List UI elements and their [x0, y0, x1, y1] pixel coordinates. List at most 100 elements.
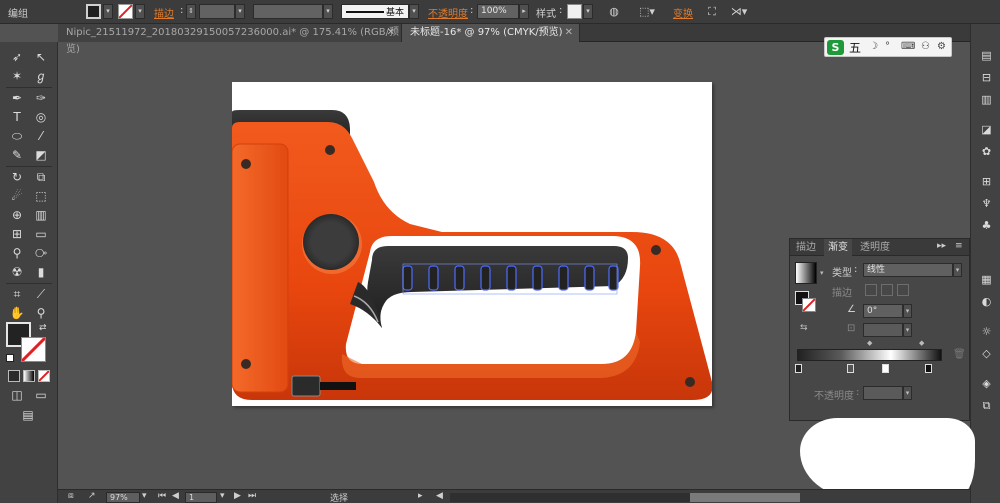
- gradient-tool-icon[interactable]: ▭: [31, 225, 51, 243]
- variable-width-dropdown[interactable]: ▾: [323, 4, 333, 19]
- angle-input[interactable]: 0°: [863, 304, 903, 318]
- change-screen-mode-icon[interactable]: ▤: [18, 406, 38, 424]
- none-mode-icon[interactable]: [38, 370, 50, 382]
- color-stop[interactable]: [882, 364, 889, 373]
- color-stop[interactable]: [847, 364, 854, 373]
- stroke-weight-input[interactable]: [199, 4, 235, 19]
- layers-stack-icon[interactable]: ▤: [978, 48, 995, 64]
- artboard-nav-icon[interactable]: ⧈: [68, 491, 74, 501]
- zoom-input[interactable]: 97%: [106, 492, 140, 503]
- opacity-link[interactable]: 不透明度: [428, 5, 468, 20]
- hand-tool-icon[interactable]: ✋: [7, 304, 27, 322]
- zoom-tool-icon[interactable]: ⚲: [31, 304, 51, 322]
- spiral-tool-icon[interactable]: ◎: [31, 108, 51, 126]
- midpoint-diamond-icon[interactable]: ◆: [919, 339, 924, 347]
- status-menu-icon[interactable]: ▸: [418, 491, 423, 501]
- transparency-panel-icon[interactable]: ◐: [978, 294, 995, 310]
- gradient-slider[interactable]: [797, 349, 942, 361]
- stroke-gradient-across-icon[interactable]: [897, 284, 909, 296]
- stroke-weight-dropdown[interactable]: ▾: [235, 4, 245, 19]
- stroke-gradient-within-icon[interactable]: [865, 284, 877, 296]
- keyboard-icon[interactable]: ⌨: [901, 41, 915, 52]
- tab-stroke[interactable]: 描边: [792, 239, 820, 256]
- transform-link[interactable]: 变换: [673, 5, 693, 20]
- brush-stroke-select[interactable]: 基本: [341, 4, 409, 19]
- stroke-dropdown[interactable]: ▾: [135, 4, 145, 19]
- opacity-input[interactable]: 100%: [477, 4, 519, 19]
- eyedropper-tool-icon[interactable]: ⚲: [7, 244, 27, 262]
- fill-swatch[interactable]: [86, 4, 101, 19]
- stroke-indicator[interactable]: [802, 298, 816, 312]
- symbols-icon[interactable]: ♣: [978, 218, 995, 234]
- free-transform-tool-icon[interactable]: ⬚: [31, 187, 51, 205]
- gradient-type-select[interactable]: 线性: [863, 263, 953, 277]
- artboards-icon[interactable]: ⧉: [978, 398, 995, 414]
- mesh-tool-icon[interactable]: ⊞: [7, 225, 27, 243]
- blend-tool-icon[interactable]: ⧂: [31, 244, 51, 262]
- artboard-tool-icon[interactable]: ⌗: [7, 285, 27, 303]
- moon-icon[interactable]: ☽: [869, 41, 878, 52]
- scrollbar-thumb[interactable]: [690, 493, 800, 502]
- magic-wand-tool-icon[interactable]: ✶: [7, 67, 27, 85]
- draw-mode-icon[interactable]: ◫: [7, 386, 27, 404]
- pen-tool-icon[interactable]: ✒: [7, 89, 27, 107]
- stroke-weight-stepper[interactable]: ⇕: [186, 4, 196, 19]
- curvature-tool-icon[interactable]: ✑: [31, 89, 51, 107]
- shape-builder-tool-icon[interactable]: ⊕: [7, 206, 27, 224]
- ime-mode[interactable]: 五: [849, 39, 861, 56]
- ime-toolbar[interactable]: S 五 ☽ ° ⌨ ⚇ ⚙: [824, 37, 952, 57]
- brushes-icon[interactable]: ♆: [978, 196, 995, 212]
- stop-opacity-input[interactable]: [863, 386, 903, 400]
- stroke-link[interactable]: 描边: [154, 5, 174, 20]
- pencil-tool-icon[interactable]: ✎: [7, 146, 27, 164]
- paintbrush-tool-icon[interactable]: ⁄: [31, 127, 51, 145]
- color-stop[interactable]: [925, 364, 932, 373]
- panel-menu-icon[interactable]: ≡: [955, 241, 963, 251]
- gradient-preview-swatch[interactable]: [795, 262, 817, 284]
- slice-tool-icon[interactable]: ⟋: [31, 285, 51, 303]
- stroke-color-box[interactable]: [20, 336, 47, 363]
- last-artboard-icon[interactable]: ⏭: [248, 491, 256, 501]
- symbol-sprayer-tool-icon[interactable]: ☢: [7, 263, 27, 281]
- gradient-panel-icon[interactable]: ▦: [978, 272, 995, 288]
- swatches-icon[interactable]: ◪: [978, 122, 995, 138]
- chart-tool-icon[interactable]: ▥: [31, 206, 51, 224]
- artboard[interactable]: [232, 82, 712, 406]
- color-mode-icon[interactable]: [8, 370, 20, 382]
- stroke-swatch[interactable]: [118, 4, 133, 19]
- horizontal-scrollbar[interactable]: [450, 493, 690, 502]
- tab-nipic-document[interactable]: Nipic_21511972_20180329150057236000.ai* …: [58, 24, 402, 55]
- export-icon[interactable]: ↗: [88, 491, 96, 501]
- scale-tool-icon[interactable]: ⧉: [31, 168, 51, 186]
- punctuation-icon[interactable]: °: [885, 41, 890, 52]
- default-colors-icon[interactable]: [6, 354, 14, 362]
- reverse-gradient-icon[interactable]: ⇆: [800, 323, 808, 333]
- variable-width-select[interactable]: [253, 4, 323, 19]
- settings-icon[interactable]: ⚙: [937, 41, 946, 52]
- fill-dropdown[interactable]: ▾: [103, 4, 113, 19]
- column-graph-tool-icon[interactable]: ▮: [31, 263, 51, 281]
- artboard-number-input[interactable]: 1: [185, 492, 217, 503]
- screen-mode-icon[interactable]: ▭: [31, 386, 51, 404]
- color-stop[interactable]: [795, 364, 802, 373]
- type-tool-icon[interactable]: T: [7, 108, 27, 126]
- close-icon[interactable]: ✕: [565, 24, 573, 41]
- collapse-icon[interactable]: ▸▸: [937, 241, 946, 251]
- ellipse-tool-icon[interactable]: ⬭: [7, 127, 27, 145]
- properties-icon[interactable]: ▥: [978, 92, 995, 108]
- lasso-tool-icon[interactable]: ℊ: [31, 67, 51, 85]
- brush-stroke-dropdown[interactable]: ▾: [409, 4, 419, 19]
- selection-tool-icon[interactable]: ➶: [7, 48, 27, 66]
- aspect-ratio-input[interactable]: [863, 323, 903, 337]
- rotate-tool-icon[interactable]: ↻: [7, 168, 27, 186]
- layers-icon[interactable]: ◈: [978, 376, 995, 392]
- graphic-style-swatch[interactable]: [567, 4, 582, 19]
- close-icon[interactable]: ✕: [387, 24, 395, 41]
- transform-box-icon[interactable]: ⛶: [703, 3, 721, 20]
- graphic-styles-icon[interactable]: ◇: [978, 346, 995, 362]
- tab-untitled-16[interactable]: 未标题-16* @ 97% (CMYK/预览) ✕: [402, 24, 580, 42]
- stop-opacity-dropdown[interactable]: ▾: [903, 386, 912, 400]
- align-panel-icon[interactable]: ⊟: [978, 70, 995, 86]
- tab-gradient[interactable]: 渐变: [824, 239, 852, 256]
- opacity-dropdown[interactable]: ▸: [519, 4, 529, 19]
